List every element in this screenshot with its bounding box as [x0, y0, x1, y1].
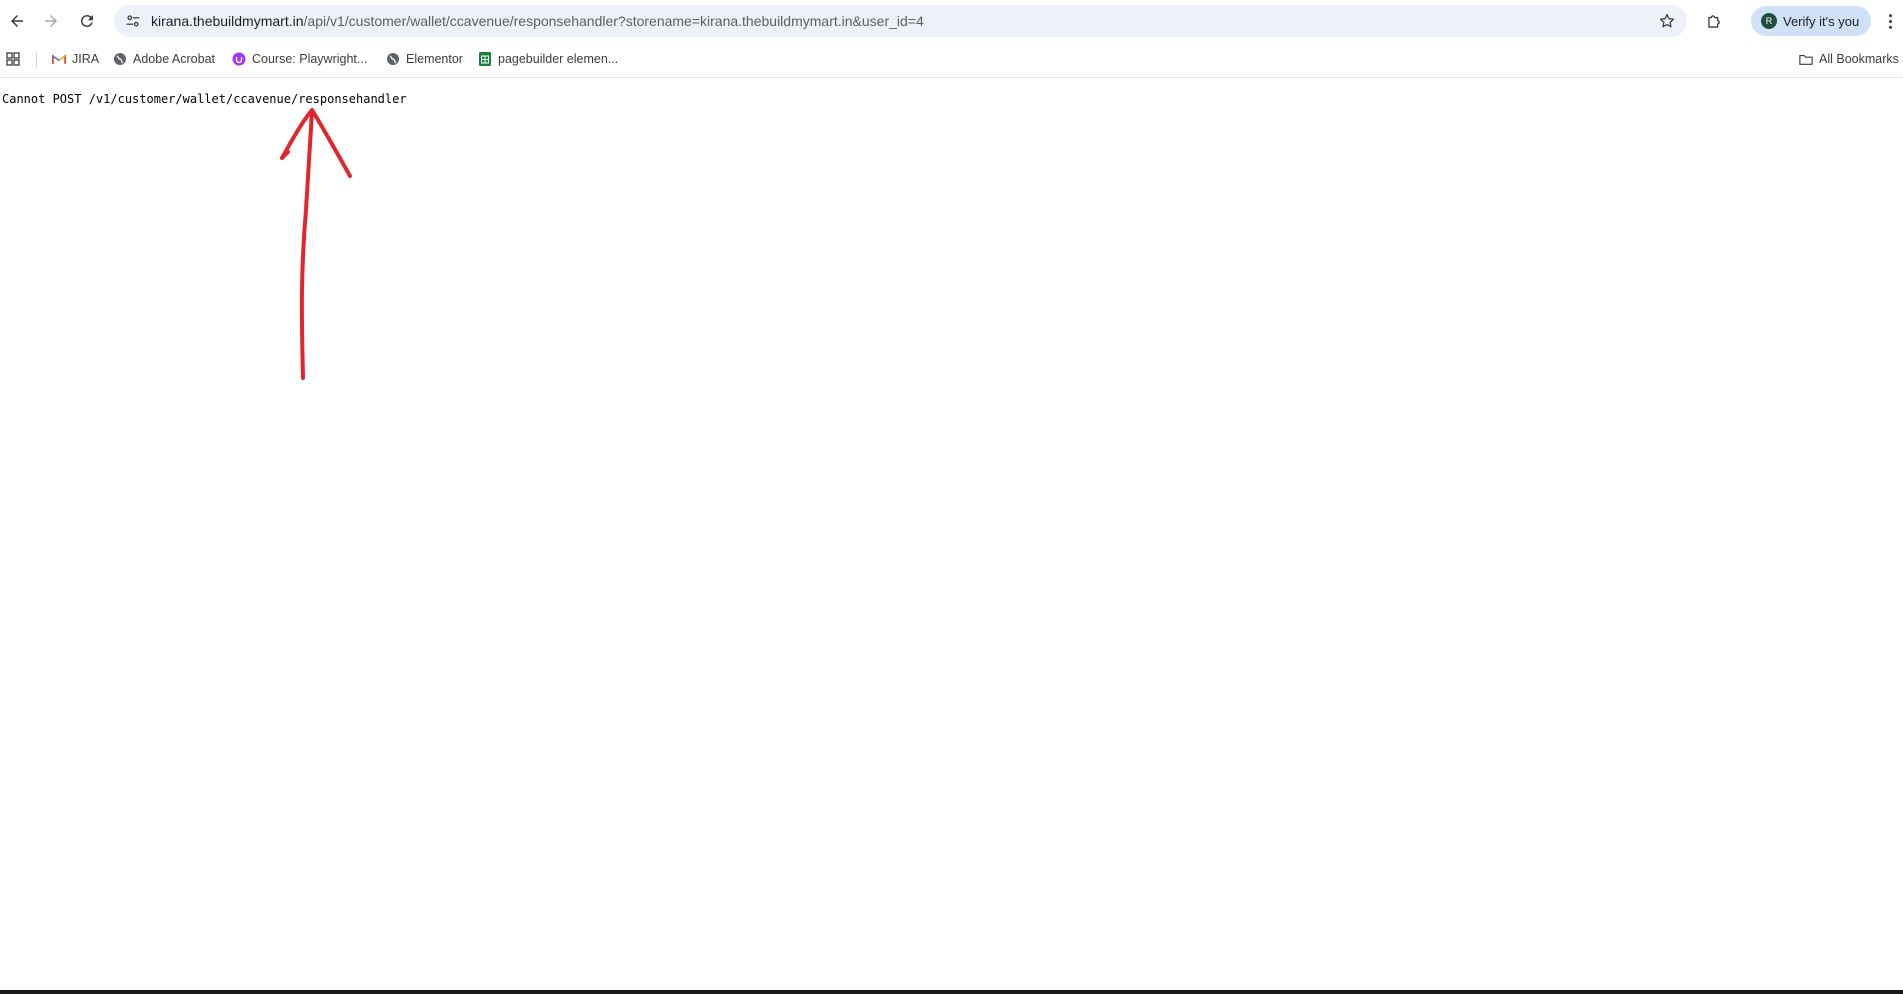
- all-bookmarks-button[interactable]: All Bookmarks: [1799, 48, 1899, 70]
- address-host: kirana.thebuildmymart.in: [151, 13, 304, 29]
- puzzle-icon: [1707, 14, 1720, 28]
- bookmark-label: Adobe Acrobat: [133, 52, 216, 66]
- sheets-icon: [478, 52, 492, 66]
- folder-icon: [1799, 52, 1813, 66]
- profile-chip[interactable]: R Verify it's you: [1751, 6, 1871, 36]
- extensions-button[interactable]: [1701, 8, 1727, 34]
- bookmark-label: Course: Playwright...: [252, 52, 368, 66]
- forward-button[interactable]: [38, 8, 64, 34]
- profile-label: Verify it's you: [1783, 13, 1860, 29]
- bookmark-jira[interactable]: JIRA: [52, 48, 99, 70]
- address-path: /api/v1/customer/wallet/ccavenue/respons…: [303, 13, 924, 29]
- bookmark-adobe-acrobat[interactable]: Adobe Acrobat: [113, 48, 215, 70]
- chrome-menu-button[interactable]: [1880, 8, 1900, 34]
- avatar: R: [1761, 13, 1777, 29]
- apps-button[interactable]: [6, 48, 20, 70]
- back-button[interactable]: [4, 8, 30, 34]
- reload-button[interactable]: [74, 8, 100, 34]
- site-settings-icon[interactable]: [124, 12, 142, 30]
- bookmark-label: pagebuilder elemen...: [498, 52, 619, 66]
- browser-toolbar: kirana.thebuildmymart.in/api/v1/customer…: [0, 0, 1903, 42]
- bookmarks-bar: JIRA Adobe Acrobat Course: Playwright...…: [0, 44, 1903, 72]
- address-url[interactable]: kirana.thebuildmymart.in/api/v1/customer…: [151, 13, 924, 29]
- gmail-icon: [52, 52, 66, 66]
- arrow-left-icon: [11, 15, 23, 27]
- bookmark-elementor[interactable]: Elementor: [386, 48, 463, 70]
- bookmark-course-playwright[interactable]: Course: Playwright...: [232, 48, 367, 70]
- apps-grid-icon: [6, 52, 20, 66]
- bookmark-label: Elementor: [406, 52, 463, 66]
- globe-icon: [386, 52, 400, 66]
- browser-chrome: kirana.thebuildmymart.in/api/v1/customer…: [0, 0, 1903, 78]
- arrow-right-icon: [45, 15, 57, 27]
- bookmarks-divider: [36, 53, 37, 67]
- taskbar-edge: [0, 990, 1903, 994]
- reload-icon: [80, 15, 93, 28]
- globe-icon: [113, 52, 127, 66]
- udemy-icon: [232, 52, 246, 66]
- more-vert-icon: [1888, 13, 1892, 29]
- bookmark-star-icon[interactable]: [1657, 11, 1677, 31]
- bookmark-pagebuilder[interactable]: pagebuilder elemen...: [478, 48, 618, 70]
- address-bar[interactable]: kirana.thebuildmymart.in/api/v1/customer…: [114, 5, 1687, 37]
- bookmark-label: JIRA: [72, 52, 100, 66]
- all-bookmarks-label: All Bookmarks: [1819, 52, 1899, 66]
- red-arrow-annotation: [280, 108, 352, 380]
